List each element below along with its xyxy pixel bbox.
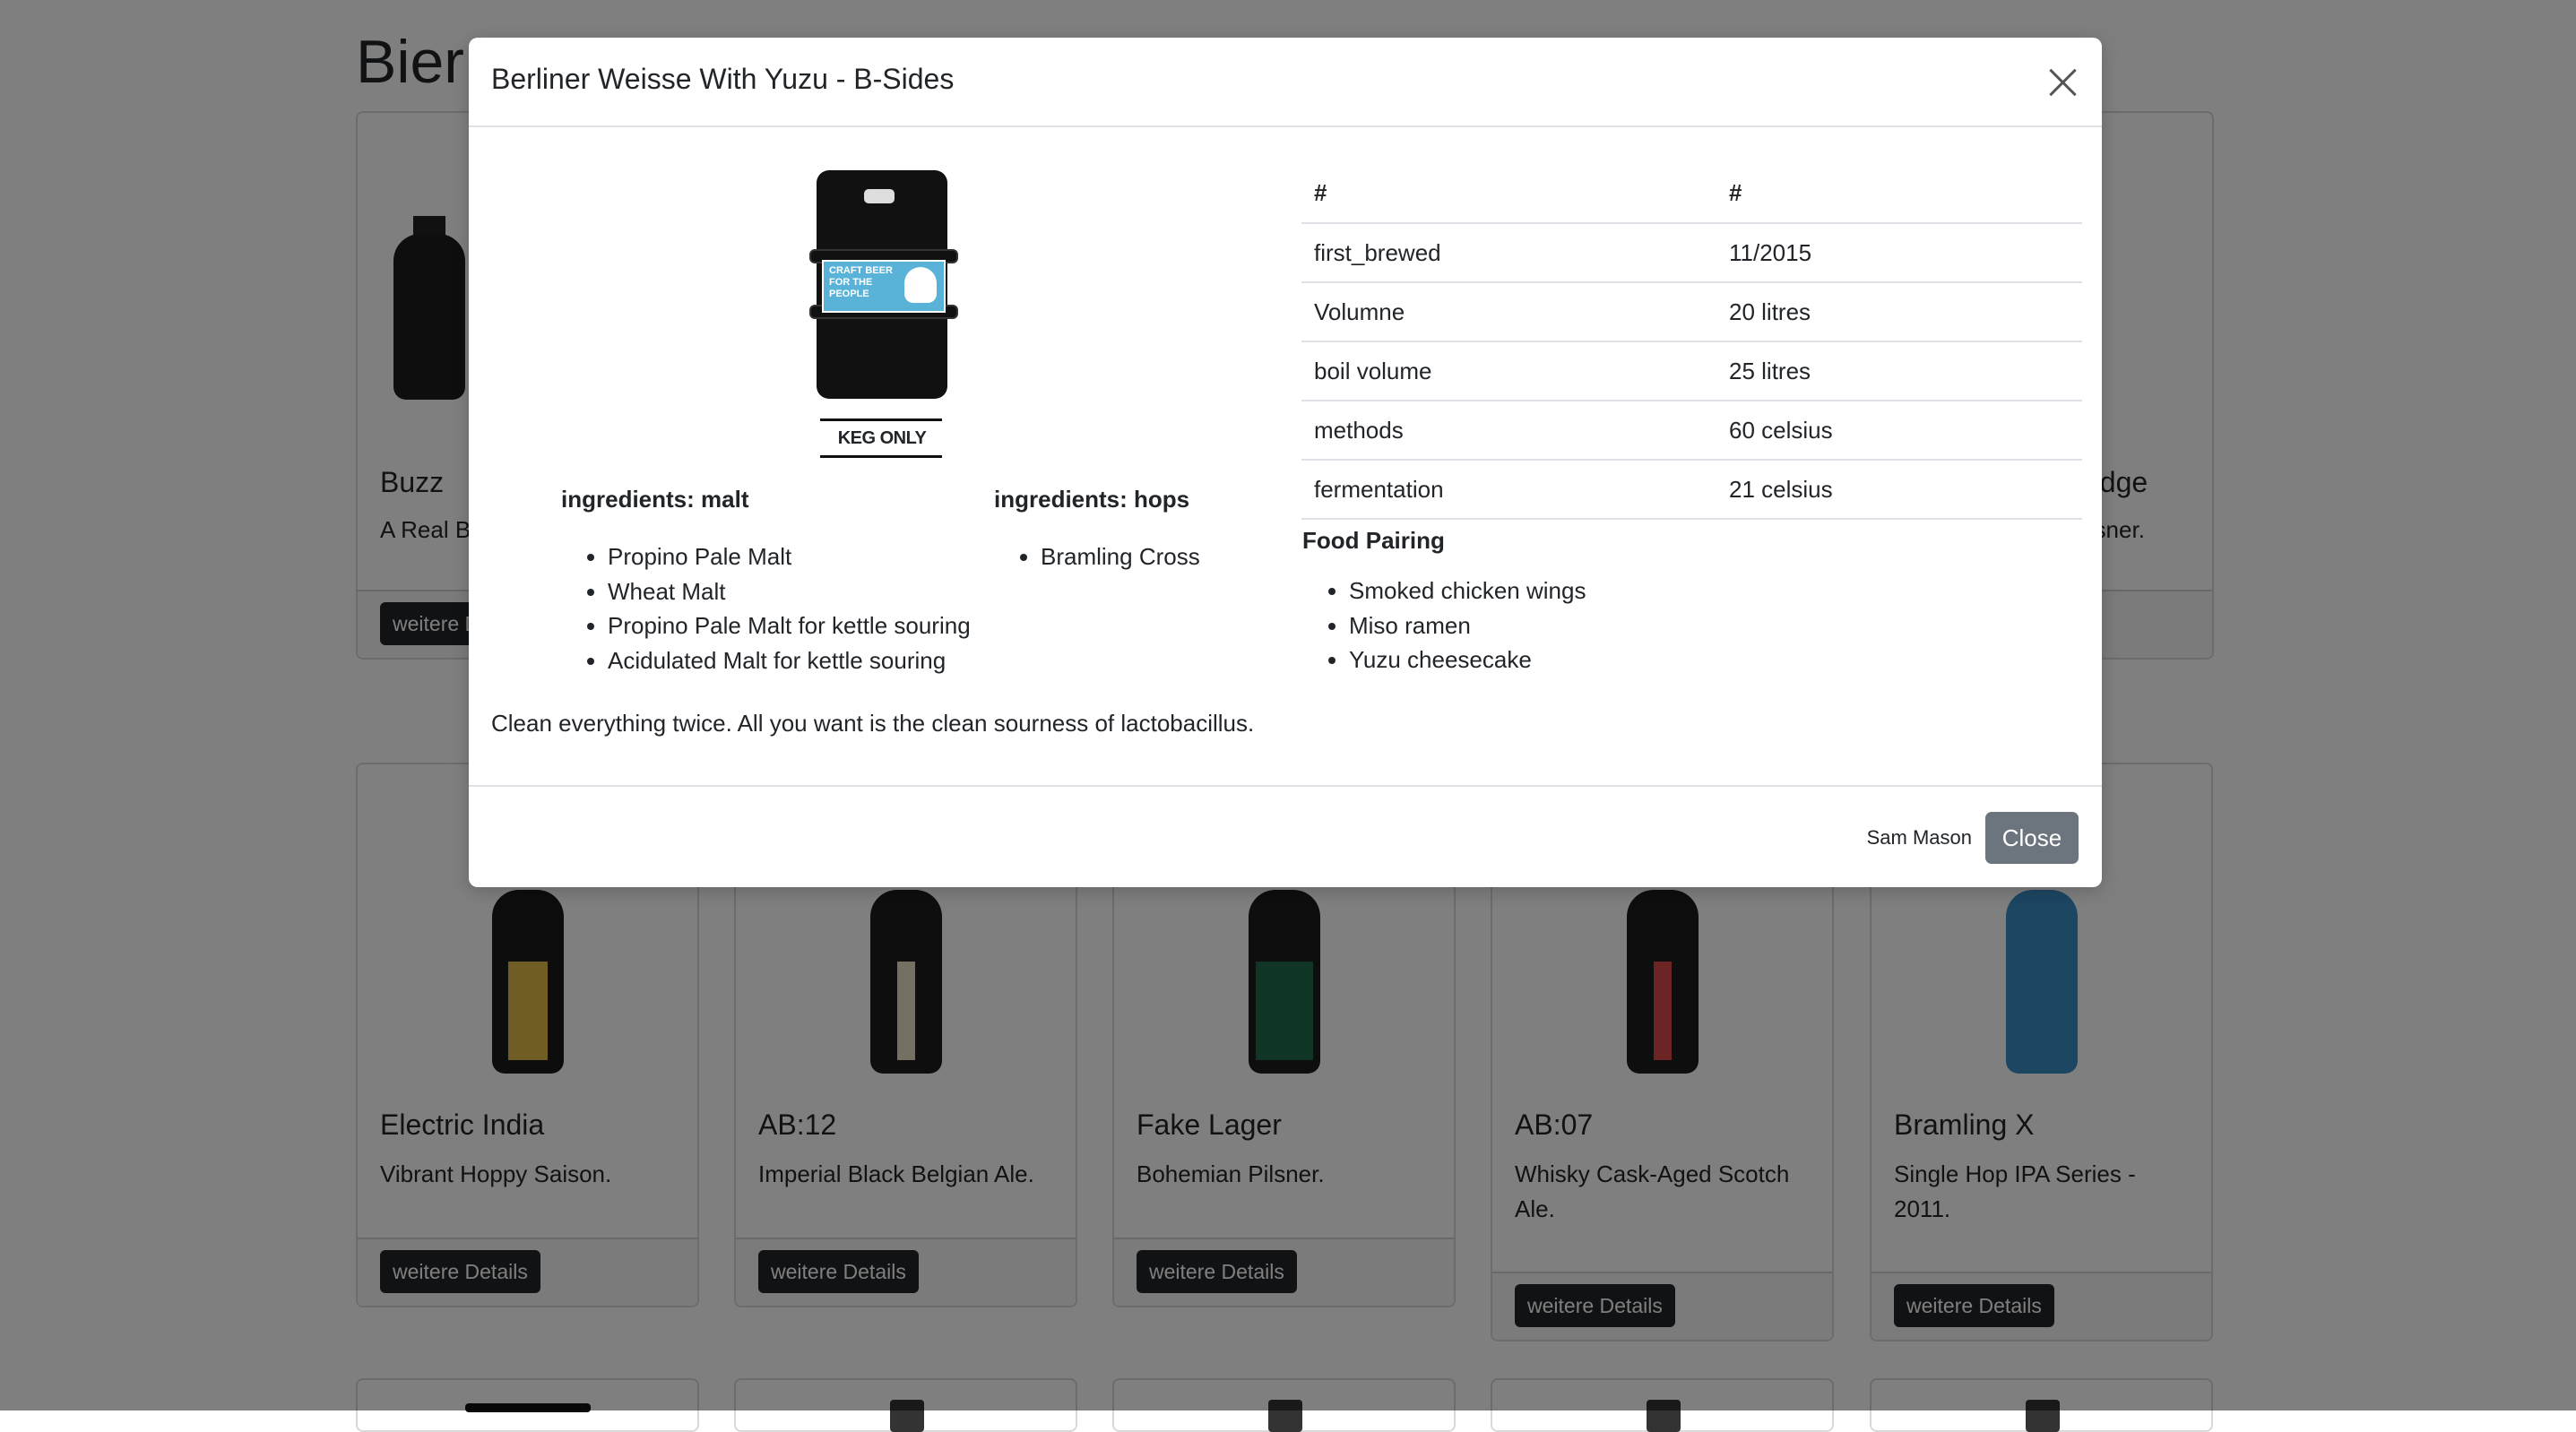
property-value: 25 litres — [1716, 341, 2082, 401]
property-key: methods — [1301, 401, 1716, 461]
modal-footer: Sam Mason Close — [469, 785, 2102, 887]
table-row: fermentation 21 celsius — [1301, 460, 2082, 520]
keg-sticker-text: CRAFT BEER FOR THE PEOPLE — [829, 265, 893, 299]
close-icon[interactable] — [2044, 65, 2080, 100]
column-header: # — [1716, 163, 2082, 224]
list-item: Wheat Malt — [608, 574, 971, 609]
table-row: boil volume 25 litres — [1301, 341, 2082, 401]
malt-list: Propino Pale Malt Wheat Malt Propino Pal… — [561, 539, 971, 677]
keg-only-label: KEG ONLY — [837, 428, 927, 448]
column-header: # — [1301, 163, 1716, 224]
property-value: 60 celsius — [1716, 401, 2082, 461]
hops-list: Bramling Cross — [994, 539, 1200, 574]
hops-heading: ingredients: hops — [994, 486, 1190, 513]
list-item: Propino Pale Malt — [608, 539, 971, 574]
close-button[interactable]: Close — [1985, 812, 2079, 864]
contributor-name: Sam Mason — [1866, 826, 1972, 849]
list-item: Bramling Cross — [1041, 539, 1200, 574]
list-item: Acidulated Malt for kettle souring — [608, 643, 971, 678]
modal-title: Berliner Weisse With Yuzu - B-Sides — [491, 63, 955, 95]
beer-detail-modal: Berliner Weisse With Yuzu - B-Sides CRAF… — [469, 38, 2102, 887]
keg-image: CRAFT BEER FOR THE PEOPLE KEG ONLY — [809, 170, 958, 459]
table-row: methods 60 celsius — [1301, 401, 2082, 461]
property-key: first_brewed — [1301, 223, 1716, 283]
food-pairing-list: Smoked chicken wings Miso ramen Yuzu che… — [1302, 574, 1586, 677]
property-value: 21 celsius — [1716, 460, 2082, 520]
properties-table: # # first_brewed 11/2015 Volumne 20 litres… — [1301, 163, 2082, 520]
food-pairing-heading: Food Pairing — [1302, 527, 1445, 554]
property-key: fermentation — [1301, 460, 1716, 520]
property-key: boil volume — [1301, 341, 1716, 401]
list-item: Miso ramen — [1349, 608, 1586, 643]
modal-header: Berliner Weisse With Yuzu - B-Sides — [469, 38, 2102, 127]
list-item: Smoked chicken wings — [1349, 574, 1586, 608]
list-item: Yuzu cheesecake — [1349, 643, 1586, 677]
table-header-row: # # — [1301, 163, 2082, 224]
malt-heading: ingredients: malt — [561, 486, 749, 513]
brewers-tip: Clean everything twice. All you want is … — [491, 710, 1255, 737]
property-value: 11/2015 — [1716, 223, 2082, 283]
table-row: Volumne 20 litres — [1301, 282, 2082, 342]
list-item: Propino Pale Malt for kettle souring — [608, 608, 971, 643]
table-row: first_brewed 11/2015 — [1301, 223, 2082, 283]
property-value: 20 litres — [1716, 282, 2082, 342]
property-key: Volumne — [1301, 282, 1716, 342]
